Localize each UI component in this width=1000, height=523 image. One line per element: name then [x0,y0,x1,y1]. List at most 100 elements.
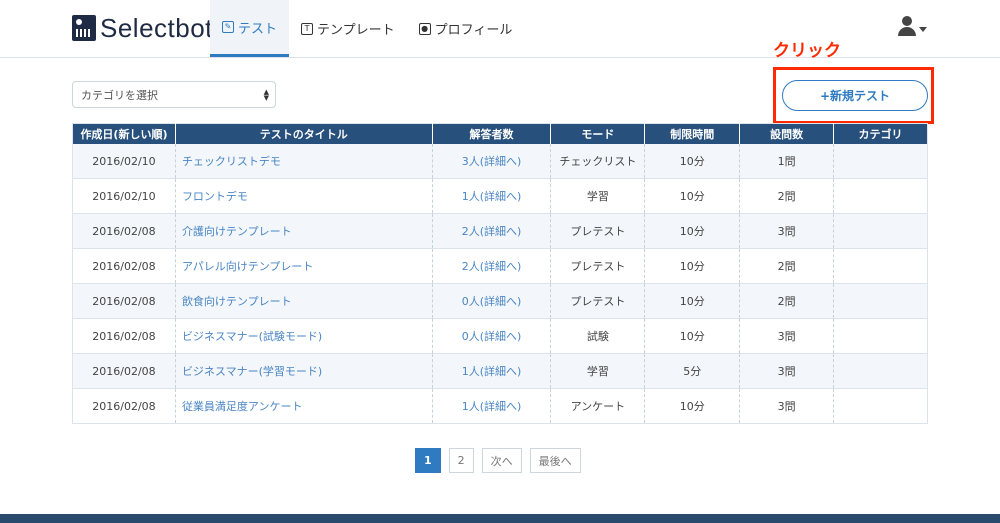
cell-questions: 2問 [739,248,835,284]
cell-date: 2016/02/08 [72,388,176,424]
cell-title-link[interactable]: 従業員満足度アンケート [175,388,433,424]
cell-mode: 試験 [550,318,646,354]
last-page-button[interactable]: 最後へ [529,448,581,473]
new-test-button-label: +新規テスト [819,89,891,103]
cell-date: 2016/02/10 [72,144,176,179]
cell-questions: 1問 [739,144,835,179]
column-header-title: テストのタイトル [175,123,433,144]
cell-time: 10分 [644,178,741,214]
cell-title-link[interactable]: ビジネスマナー(学習モード) [175,353,433,389]
column-header-time: 制限時間 [644,123,741,144]
cell-respondents-link[interactable]: 3人(詳細へ) [432,144,552,179]
cell-category [833,388,928,424]
logo-text: Selectbot [100,12,213,43]
logo-mark-icon [72,15,96,41]
cell-category [833,248,928,284]
cell-category [833,283,928,319]
page-button-1[interactable]: 1 [415,448,441,473]
column-header-questions: 設問数 [739,123,835,144]
cell-time: 5分 [644,353,741,389]
cell-title-link[interactable]: アパレル向けテンプレート [175,248,433,284]
cell-questions: 3問 [739,318,835,354]
cell-mode: プレテスト [550,213,646,249]
column-header-category: カテゴリ [833,123,928,144]
cell-mode: プレテスト [550,248,646,284]
logo[interactable]: Selectbot [72,12,213,43]
cell-time: 10分 [644,388,741,424]
cell-date: 2016/02/10 [72,178,176,214]
table-row: 2016/02/08 介護向けテンプレート 2人(詳細へ) プレテスト 10分 … [72,213,928,249]
cell-mode: チェックリスト [550,144,646,179]
category-select-value: カテゴリを選択 [81,88,158,102]
cell-respondents-link[interactable]: 2人(詳細へ) [432,248,552,284]
page-button-2[interactable]: 2 [448,448,474,473]
tab-template[interactable]: T テンプレート [289,0,407,57]
cell-questions: 3問 [739,353,835,389]
next-page-button[interactable]: 次へ [481,448,522,473]
tests-table: 作成日(新しい順) テストのタイトル 解答者数 モード 制限時間 設問数 カテゴ… [72,123,928,424]
cell-title-link[interactable]: 介護向けテンプレート [175,213,433,249]
column-header-mode: モード [550,123,646,144]
cell-title-link[interactable]: 飲食向けテンプレート [175,283,433,319]
cell-category [833,318,928,354]
cell-questions: 2問 [739,283,835,319]
chevron-down-icon [919,26,927,32]
cell-date: 2016/02/08 [72,283,176,319]
tab-profile-label: プロフィール [434,23,513,38]
cell-respondents-link[interactable]: 1人(詳細へ) [432,388,552,424]
user-menu[interactable] [898,16,927,36]
table-row: 2016/02/08 ビジネスマナー(学習モード) 1人(詳細へ) 学習 5分 … [72,353,928,389]
cell-questions: 3問 [739,213,835,249]
select-arrows-icon: ▲ ▼ [263,88,269,102]
column-header-respondents: 解答者数 [432,123,552,144]
template-icon: T [301,22,314,35]
tab-profile[interactable]: ● プロフィール [407,0,525,57]
cell-respondents-link[interactable]: 2人(詳細へ) [432,213,552,249]
table-row: 2016/02/08 飲食向けテンプレート 0人(詳細へ) プレテスト 10分 … [72,283,928,319]
cell-respondents-link[interactable]: 0人(詳細へ) [432,283,552,319]
table-row: 2016/02/10 フロントデモ 1人(詳細へ) 学習 10分 2問 [72,178,928,214]
cell-mode: 学習 [550,353,646,389]
table-row: 2016/02/10 チェックリストデモ 3人(詳細へ) チェックリスト 10分… [72,144,928,179]
new-test-button[interactable]: +新規テスト [782,80,928,111]
profile-icon: ● [418,22,431,35]
table-row: 2016/02/08 ビジネスマナー(試験モード) 0人(詳細へ) 試験 10分… [72,318,928,354]
cell-time: 10分 [644,318,741,354]
cell-category [833,144,928,179]
cell-title-link[interactable]: フロントデモ [175,178,433,214]
category-select[interactable]: カテゴリを選択 ▲ ▼ [72,81,276,108]
app-header: Selectbot ✎ テスト T テンプレート ● プロフィール [0,0,1000,58]
cell-mode: 学習 [550,178,646,214]
cell-date: 2016/02/08 [72,248,176,284]
cell-category [833,178,928,214]
tab-test[interactable]: ✎ テスト [210,0,290,57]
cell-category [833,213,928,249]
cell-respondents-link[interactable]: 1人(詳細へ) [432,178,552,214]
cell-mode: プレテスト [550,283,646,319]
click-annotation-label: クリック [773,41,841,61]
edit-icon: ✎ [222,21,234,33]
cell-date: 2016/02/08 [72,213,176,249]
table-header-row: 作成日(新しい順) テストのタイトル 解答者数 モード 制限時間 設問数 カテゴ… [72,123,928,144]
table-row: 2016/02/08 従業員満足度アンケート 1人(詳細へ) アンケート 10分… [72,388,928,424]
cell-questions: 2問 [739,178,835,214]
cell-date: 2016/02/08 [72,318,176,354]
cell-title-link[interactable]: ビジネスマナー(試験モード) [175,318,433,354]
user-icon [898,16,916,36]
cell-date: 2016/02/08 [72,353,176,389]
cell-mode: アンケート [550,388,646,424]
cell-title-link[interactable]: チェックリストデモ [175,144,433,179]
cell-category [833,353,928,389]
cell-questions: 3問 [739,388,835,424]
tab-test-label: テスト [238,21,278,37]
tab-template-label: テンプレート [317,23,395,38]
cell-time: 10分 [644,283,741,319]
cell-respondents-link[interactable]: 0人(詳細へ) [432,318,552,354]
column-header-date[interactable]: 作成日(新しい順) [72,123,176,144]
cell-time: 10分 [644,144,741,179]
pagination: 1 2 次へ 最後へ [415,448,581,473]
table-row: 2016/02/08 アパレル向けテンプレート 2人(詳細へ) プレテスト 10… [72,248,928,284]
cell-time: 10分 [644,248,741,284]
cell-time: 10分 [644,213,741,249]
cell-respondents-link[interactable]: 1人(詳細へ) [432,353,552,389]
